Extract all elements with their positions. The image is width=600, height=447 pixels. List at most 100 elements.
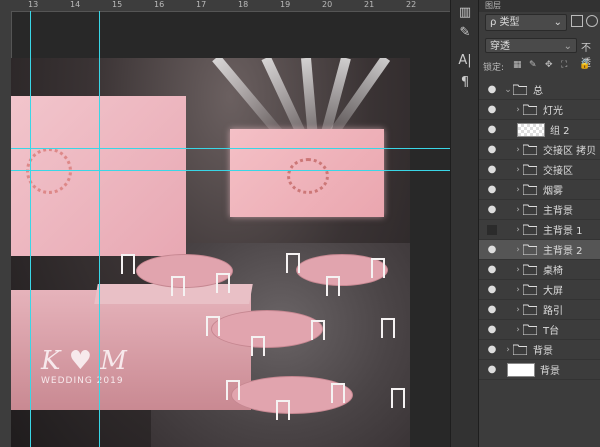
layer-row[interactable]: ● › 路引: [479, 300, 600, 320]
lock-transparent-icon[interactable]: ▦: [513, 60, 522, 70]
chair: [311, 320, 325, 340]
layer-name: 灯光: [543, 106, 563, 117]
panel-tool-strip: ▥ ✎ A| ¶: [450, 0, 479, 447]
lock-artboard-icon[interactable]: ⛶: [561, 60, 567, 70]
character-panel-icon[interactable]: A|: [455, 52, 475, 70]
layer-name: 烟雾: [543, 186, 563, 197]
layer-row[interactable]: ● › 交接区: [479, 160, 600, 180]
layer-row[interactable]: ● › 大屏: [479, 280, 600, 300]
layer-row[interactable]: ● › 烟雾: [479, 180, 600, 200]
layer-filter-select[interactable]: ρ 类型 ⌄: [485, 14, 567, 31]
brush-preset-icon[interactable]: ▥: [455, 4, 475, 22]
visibility-eye-icon[interactable]: ●: [485, 204, 499, 215]
chevron-right-icon[interactable]: ›: [513, 265, 523, 275]
folder-icon: [523, 264, 539, 275]
visibility-eye-icon[interactable]: ●: [485, 264, 499, 275]
layer-thumbnail: [507, 362, 535, 377]
chevron-right-icon[interactable]: ›: [513, 185, 523, 195]
ruler-tick-label: 16: [154, 0, 165, 9]
filter-label: ρ 类型: [490, 17, 520, 28]
visibility-eye-icon[interactable]: ●: [485, 284, 499, 295]
layer-name: 桌椅: [543, 266, 563, 277]
chair: [326, 276, 340, 296]
folder-icon: [523, 304, 539, 315]
ruler-top[interactable]: 13 14 15 16 17 18 19 20 21 22: [0, 0, 450, 12]
folder-icon: [523, 184, 539, 195]
lock-all-icon[interactable]: 🔒: [579, 60, 590, 70]
folder-icon: [523, 104, 539, 115]
lock-label: 锁定:: [483, 63, 505, 73]
visibility-eye-icon[interactable]: ●: [485, 324, 499, 335]
ruler-tick-label: 18: [238, 0, 249, 9]
adjustment-filter-icon[interactable]: [586, 15, 598, 27]
chevron-right-icon[interactable]: ›: [513, 305, 523, 315]
chair: [381, 318, 395, 338]
chevron-right-icon[interactable]: ›: [503, 345, 513, 355]
chair: [251, 336, 265, 356]
guide-vertical[interactable]: [99, 11, 100, 447]
document-canvas[interactable]: K ♥ M WEDDING 2019: [11, 58, 410, 447]
layer-row[interactable]: ● 背景: [479, 360, 600, 380]
lock-move-icon[interactable]: ✥: [545, 60, 553, 70]
chevron-right-icon[interactable]: ›: [513, 165, 523, 175]
layer-name: T台: [543, 326, 560, 337]
visibility-eye-icon[interactable]: ●: [485, 104, 499, 115]
folder-icon: [523, 284, 539, 295]
layers-panel: 图层 ρ 类型 ⌄ 穿透 ⌄ 不透 锁定: ▦ ✎ ✥ ⛶ 🔒 ● ⌄ 总 ● › 灯光 ●…: [478, 0, 600, 447]
layer-row[interactable]: ● › 灯光: [479, 100, 600, 120]
layer-row[interactable]: ● › 背景: [479, 340, 600, 360]
canvas-area[interactable]: 13 14 15 16 17 18 19 20 21 22 K ♥ M WEDD…: [0, 0, 450, 447]
guide-vertical[interactable]: [30, 11, 31, 447]
chevron-right-icon[interactable]: ›: [513, 225, 523, 235]
chevron-right-icon[interactable]: ›: [513, 145, 523, 155]
paragraph-panel-icon[interactable]: ¶: [455, 74, 475, 92]
visibility-eye-icon[interactable]: ●: [485, 304, 499, 315]
lock-paint-icon[interactable]: ✎: [529, 60, 537, 70]
visibility-eye-icon[interactable]: [487, 224, 497, 235]
visibility-eye-icon[interactable]: ●: [485, 184, 499, 195]
visibility-eye-icon[interactable]: ●: [485, 244, 499, 255]
lock-row: 锁定: ▦ ✎ ✥ ⛶ 🔒: [483, 60, 597, 74]
visibility-eye-icon[interactable]: ●: [485, 364, 499, 375]
layer-row[interactable]: ● › T台: [479, 320, 600, 340]
folder-icon: [523, 204, 539, 215]
blend-mode-select[interactable]: 穿透 ⌄: [485, 38, 577, 53]
ruler-tick-label: 19: [280, 0, 291, 9]
blend-mode-value: 穿透: [490, 41, 510, 52]
brush-settings-icon[interactable]: ✎: [455, 24, 475, 42]
visibility-eye-icon[interactable]: ●: [485, 144, 499, 155]
layer-row[interactable]: ● ⌄ 总: [479, 80, 600, 100]
ruler-tick-label: 21: [364, 0, 375, 9]
layer-row[interactable]: ● › 交接区 拷贝: [479, 140, 600, 160]
chevron-right-icon[interactable]: ›: [513, 325, 523, 335]
layer-row[interactable]: ● 组 2: [479, 120, 600, 140]
panel-tabs[interactable]: 图层: [479, 0, 600, 12]
layer-name: 交接区: [543, 166, 573, 177]
layer-thumbnail: [517, 122, 545, 137]
blend-mode-row: 穿透 ⌄ 不透: [483, 38, 597, 69]
layer-row[interactable]: ● › 主背景: [479, 200, 600, 220]
layer-name: 交接区 拷贝: [543, 146, 597, 157]
chair: [331, 383, 345, 403]
layer-filter-row: ρ 类型 ⌄: [483, 14, 598, 31]
chevron-right-icon[interactable]: ›: [513, 245, 523, 255]
screen-wreath: [287, 158, 329, 194]
guide-horizontal[interactable]: [11, 170, 450, 171]
layer-name: 大屏: [543, 286, 563, 297]
pixel-filter-icon[interactable]: [571, 15, 583, 27]
visibility-eye-icon[interactable]: ●: [485, 84, 499, 95]
layer-row[interactable]: ● › 桌椅: [479, 260, 600, 280]
visibility-eye-icon[interactable]: ●: [485, 164, 499, 175]
chevron-down-icon[interactable]: ⌄: [503, 85, 513, 95]
layer-row[interactable]: › 主背景 1: [479, 220, 600, 240]
chevron-right-icon[interactable]: ›: [513, 205, 523, 215]
chair: [121, 254, 135, 274]
chevron-right-icon[interactable]: ›: [513, 285, 523, 295]
visibility-eye-icon[interactable]: ●: [485, 344, 499, 355]
chevron-right-icon[interactable]: ›: [513, 105, 523, 115]
layer-row[interactable]: ● › 主背景 2: [479, 240, 600, 260]
guide-horizontal[interactable]: [11, 148, 450, 149]
visibility-eye-icon[interactable]: ●: [485, 124, 499, 135]
layer-name: 主背景 2: [543, 246, 583, 257]
tab-layers[interactable]: 图层: [485, 0, 501, 11]
